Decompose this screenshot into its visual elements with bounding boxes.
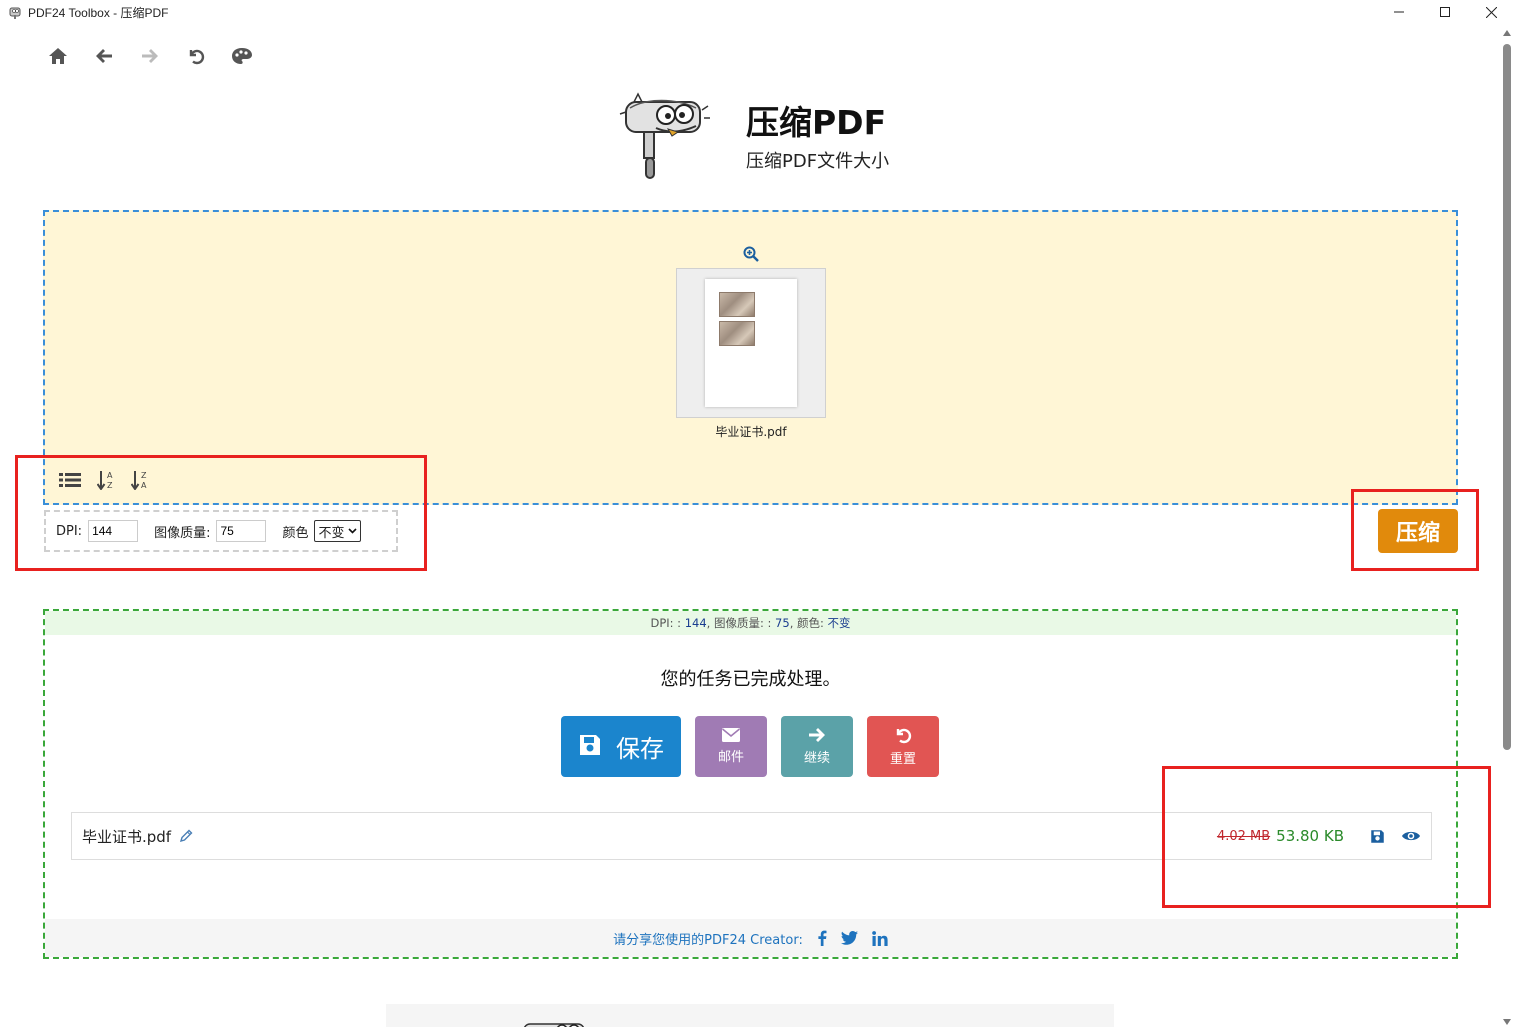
summary-quality-label: , 图像质量: : bbox=[706, 616, 772, 630]
close-button[interactable] bbox=[1468, 0, 1514, 24]
theme-button[interactable] bbox=[230, 44, 254, 68]
highlight-box-compress bbox=[1351, 489, 1479, 571]
vertical-scrollbar[interactable] bbox=[1500, 26, 1514, 1027]
palette-icon bbox=[232, 48, 252, 64]
certificate-image-thumbnail bbox=[719, 292, 755, 317]
pdf24-mascot-logo bbox=[523, 1023, 585, 1027]
minimize-icon bbox=[1394, 11, 1404, 13]
scroll-down-arrow[interactable] bbox=[1503, 1019, 1511, 1025]
save-button-label: 保存 bbox=[616, 735, 664, 763]
linkedin-icon[interactable] bbox=[872, 930, 888, 946]
file-thumbnail-card[interactable] bbox=[676, 268, 826, 418]
task-done-message: 您的任务已完成处理。 bbox=[660, 669, 841, 690]
zoom-in-icon[interactable] bbox=[743, 246, 759, 262]
minimize-button[interactable] bbox=[1376, 0, 1422, 24]
home-icon bbox=[49, 48, 67, 64]
reset-button[interactable]: 重置 bbox=[867, 716, 939, 777]
pencil-icon[interactable] bbox=[179, 829, 193, 843]
result-actions: 保存 邮件 继续 重置 bbox=[561, 716, 939, 777]
highlight-box-options bbox=[15, 455, 427, 571]
floppy-disk-icon bbox=[580, 734, 600, 755]
maximize-button[interactable] bbox=[1422, 0, 1468, 24]
reset-button-label: 重置 bbox=[889, 752, 916, 767]
nav-toolbar bbox=[46, 44, 254, 68]
save-button[interactable]: 保存 bbox=[561, 716, 681, 777]
share-bar: 请分享您使用的PDF24 Creator: bbox=[45, 919, 1456, 957]
undo-icon bbox=[896, 728, 912, 744]
arrow-right-icon bbox=[809, 728, 825, 742]
envelope-icon bbox=[722, 728, 740, 742]
maximize-icon bbox=[1440, 7, 1450, 17]
file-name-label: 毕业证书.pdf bbox=[715, 425, 787, 439]
mail-button-label: 邮件 bbox=[717, 750, 744, 765]
scroll-up-arrow[interactable] bbox=[1503, 30, 1511, 36]
summary-quality-value: 75 bbox=[775, 616, 790, 630]
arrow-left-icon bbox=[96, 49, 112, 63]
window-title: PDF24 Toolbox - 压缩PDF bbox=[28, 5, 169, 20]
home-button[interactable] bbox=[46, 44, 70, 68]
result-settings-summary: DPI: : 144, 图像质量: : 75, 颜色: 不变 bbox=[45, 611, 1456, 635]
summary-color-value: 不变 bbox=[827, 616, 851, 630]
certificate-image-thumbnail bbox=[719, 321, 755, 346]
pdf24-mascot-logo bbox=[619, 92, 710, 179]
scroll-thumb[interactable] bbox=[1503, 44, 1511, 750]
facebook-icon[interactable] bbox=[817, 930, 827, 946]
twitter-icon[interactable] bbox=[840, 931, 858, 945]
forward-button[interactable] bbox=[138, 44, 162, 68]
reload-button[interactable] bbox=[184, 44, 208, 68]
pdf24-app-icon bbox=[9, 7, 21, 19]
summary-dpi-value: 144 bbox=[684, 616, 707, 630]
title-bar: PDF24 Toolbox - 压缩PDF bbox=[0, 0, 1514, 24]
undo-icon bbox=[189, 49, 205, 65]
page-title: 压缩PDF bbox=[746, 103, 887, 142]
continue-button[interactable]: 继续 bbox=[781, 716, 853, 777]
back-button[interactable] bbox=[92, 44, 116, 68]
highlight-box-file-size bbox=[1162, 766, 1491, 908]
result-file-name: 毕业证书.pdf bbox=[82, 827, 172, 846]
page-subtitle: 压缩PDF文件大小 bbox=[746, 151, 890, 172]
close-icon bbox=[1485, 6, 1497, 18]
summary-dpi-label: DPI: : bbox=[650, 616, 682, 630]
continue-button-label: 继续 bbox=[803, 751, 830, 766]
mail-button[interactable]: 邮件 bbox=[695, 716, 767, 777]
footer-preview bbox=[386, 1004, 1114, 1027]
arrow-right-icon bbox=[142, 49, 158, 63]
summary-color-label: , 颜色: bbox=[789, 616, 824, 630]
pdf-page-preview bbox=[705, 279, 797, 407]
share-text: 请分享您使用的PDF24 Creator: bbox=[613, 932, 803, 948]
